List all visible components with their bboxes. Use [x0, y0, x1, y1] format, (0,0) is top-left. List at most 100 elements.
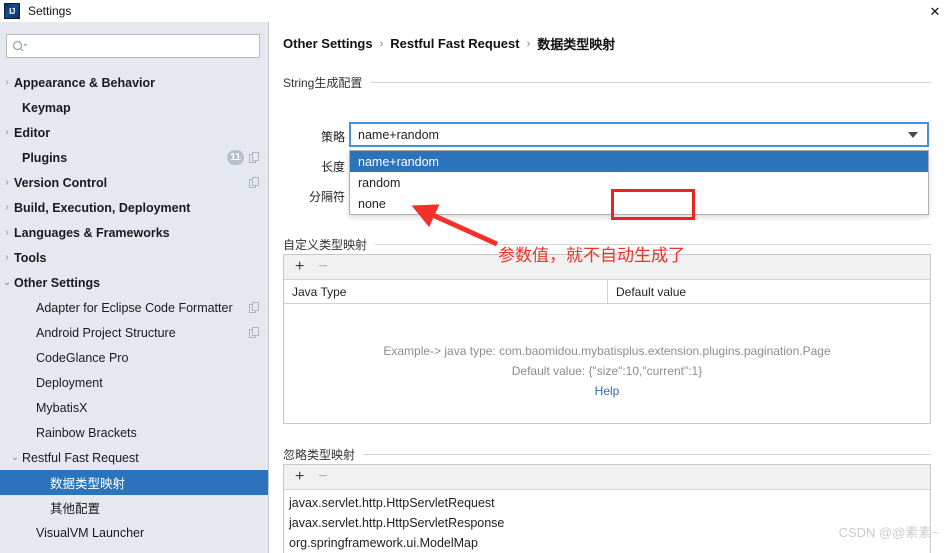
- sidebar-item-11[interactable]: CodeGlance Pro: [0, 345, 268, 370]
- sidebar-item-16[interactable]: 数据类型映射: [0, 470, 268, 495]
- sidebar-item-label: Keymap: [22, 100, 71, 115]
- column-header-java-type[interactable]: Java Type: [284, 280, 608, 303]
- sidebar-item-8[interactable]: ⌄ Other Settings: [0, 270, 268, 295]
- ignore-list-item[interactable]: javax.servlet.http.HttpServletResponse: [284, 513, 930, 533]
- settings-tree: › Appearance & Behavior Keymap › Editor Plugi…: [0, 70, 268, 545]
- sidebar-item-label: Other Settings: [14, 275, 101, 290]
- remove-mapping-button[interactable]: −: [318, 259, 327, 275]
- dropdown-option-2[interactable]: none: [350, 193, 928, 214]
- dropdown-option-0[interactable]: name+random: [350, 151, 928, 172]
- sidebar-item-label: 其他配置: [50, 502, 101, 516]
- sidebar-item-label: Restful Fast Request: [22, 450, 139, 465]
- section-divider: [363, 454, 931, 455]
- add-mapping-button[interactable]: +: [295, 259, 304, 275]
- ignore-type-mapping-panel: + − javax.servlet.http.HttpServletReques…: [283, 464, 931, 553]
- chevron-down-icon[interactable]: ⌄: [8, 452, 22, 463]
- strategy-dropdown-list[interactable]: name+random random none: [349, 150, 929, 215]
- sidebar-item-label: 数据类型映射: [50, 477, 126, 491]
- sidebar-item-0[interactable]: › Appearance & Behavior: [0, 70, 268, 95]
- plugins-count-badge: 11: [227, 150, 244, 165]
- copy-settings-icon[interactable]: [249, 327, 260, 338]
- column-header-default-value[interactable]: Default value: [608, 280, 930, 303]
- help-link[interactable]: Help: [284, 381, 930, 401]
- sidebar-item-label: Plugins: [22, 150, 68, 165]
- ignore-list-item[interactable]: javax.servlet.http.HttpServletRequest: [284, 493, 930, 513]
- sidebar-item-12[interactable]: Deployment: [0, 370, 268, 395]
- strategy-combobox[interactable]: name+random: [349, 122, 929, 147]
- sidebar-item-indicators: [249, 320, 260, 345]
- sidebar-item-6[interactable]: › Languages & Frameworks: [0, 220, 268, 245]
- ignore-list: javax.servlet.http.HttpServletRequest jav…: [284, 490, 930, 553]
- sidebar-item-indicators: [249, 170, 260, 195]
- main-panel: Other Settings › Restful Fast Request › …: [269, 22, 951, 553]
- chevron-right-icon[interactable]: ›: [0, 177, 14, 188]
- sidebar-item-label: Adapter for Eclipse Code Formatter: [36, 300, 233, 315]
- breadcrumb-item-3: 数据类型映射: [537, 37, 616, 52]
- sidebar-item-17[interactable]: 其他配置: [0, 495, 268, 520]
- sidebar-item-label: Appearance & Behavior: [14, 75, 156, 90]
- sidebar-item-label: Deployment: [36, 375, 103, 390]
- search-box[interactable]: [6, 34, 260, 58]
- ignore-section-title: 忽略类型映射: [283, 448, 356, 462]
- sidebar-item-5[interactable]: › Build, Execution, Deployment: [0, 195, 268, 220]
- sidebar-item-indicators: [249, 295, 260, 320]
- settings-window: IJ Settings ✕ › Appearance & Behavior Keym…: [0, 0, 951, 553]
- section-divider: [370, 82, 931, 83]
- breadcrumb: Other Settings › Restful Fast Request › …: [283, 34, 615, 53]
- sidebar-item-label: Build, Execution, Deployment: [14, 200, 191, 215]
- close-icon[interactable]: ✕: [927, 3, 943, 19]
- chevron-right-icon[interactable]: ›: [0, 202, 14, 213]
- sidebar-item-13[interactable]: MybatisX: [0, 395, 268, 420]
- window-title: Settings: [28, 4, 72, 18]
- sidebar-item-15[interactable]: ⌄ Restful Fast Request: [0, 445, 268, 470]
- remove-ignore-button[interactable]: −: [318, 469, 327, 485]
- ignore-section-header: 忽略类型映射: [283, 446, 931, 463]
- sidebar-item-label: CodeGlance Pro: [36, 350, 129, 365]
- chevron-right-icon[interactable]: ›: [0, 227, 14, 238]
- string-section-title: String生成配置: [283, 76, 363, 90]
- sidebar-item-2[interactable]: › Editor: [0, 120, 268, 145]
- copy-settings-icon[interactable]: [249, 302, 260, 313]
- breadcrumb-item-2[interactable]: Restful Fast Request: [390, 36, 519, 51]
- sidebar-item-7[interactable]: › Tools: [0, 245, 268, 270]
- add-ignore-button[interactable]: +: [295, 469, 304, 485]
- sidebar-item-9[interactable]: Adapter for Eclipse Code Formatter: [0, 295, 268, 320]
- empty-hint-line-1: Example-> java type: com.baomidou.mybati…: [383, 344, 831, 358]
- dropdown-option-1[interactable]: random: [350, 172, 928, 193]
- custom-table-header: Java Type Default value: [284, 280, 930, 304]
- sidebar-item-label: Editor: [14, 125, 51, 140]
- breadcrumb-separator-icon: ›: [526, 37, 531, 50]
- chevron-right-icon[interactable]: ›: [0, 77, 14, 88]
- sidebar-item-indicators: 11: [227, 145, 260, 170]
- chevron-right-icon[interactable]: ›: [0, 127, 14, 138]
- sidebar-item-1[interactable]: Keymap: [0, 95, 268, 120]
- sidebar-item-3[interactable]: Plugins 11: [0, 145, 268, 170]
- search-input[interactable]: [27, 39, 259, 53]
- string-section-header: String生成配置: [283, 74, 931, 91]
- copy-settings-icon[interactable]: [249, 152, 260, 163]
- sidebar-item-label: Rainbow Brackets: [36, 425, 137, 440]
- label-length: 长度: [320, 160, 345, 174]
- breadcrumb-separator-icon: ›: [379, 37, 384, 50]
- sidebar-item-14[interactable]: Rainbow Brackets: [0, 420, 268, 445]
- sidebar-item-label: Tools: [14, 250, 47, 265]
- chevron-down-icon[interactable]: ⌄: [0, 277, 14, 288]
- sidebar-item-10[interactable]: Android Project Structure: [0, 320, 268, 345]
- sidebar-item-18[interactable]: VisualVM Launcher: [0, 520, 268, 545]
- chevron-right-icon[interactable]: ›: [0, 252, 14, 263]
- watermark: CSDN @@素素~: [838, 525, 939, 540]
- strategy-combobox-value: name+random: [358, 127, 439, 142]
- ignore-list-item[interactable]: org.springframework.ui.ModelMap: [284, 533, 930, 553]
- custom-type-mapping-panel: + − Java Type Default value Example-> ja…: [283, 254, 931, 424]
- custom-table-body: Example-> java type: com.baomidou.mybati…: [284, 304, 930, 422]
- sidebar-item-4[interactable]: › Version Control: [0, 170, 268, 195]
- intellij-logo-icon: IJ: [4, 3, 20, 19]
- label-strategy: 策略: [320, 130, 345, 144]
- title-bar: IJ Settings ✕: [0, 0, 951, 23]
- search-icon: [12, 40, 27, 53]
- breadcrumb-item-1[interactable]: Other Settings: [283, 36, 373, 51]
- sidebar-item-label: VisualVM Launcher: [36, 525, 145, 540]
- copy-settings-icon[interactable]: [249, 177, 260, 188]
- custom-section-title: 自定义类型映射: [283, 238, 368, 252]
- sidebar-item-label: MybatisX: [36, 400, 88, 415]
